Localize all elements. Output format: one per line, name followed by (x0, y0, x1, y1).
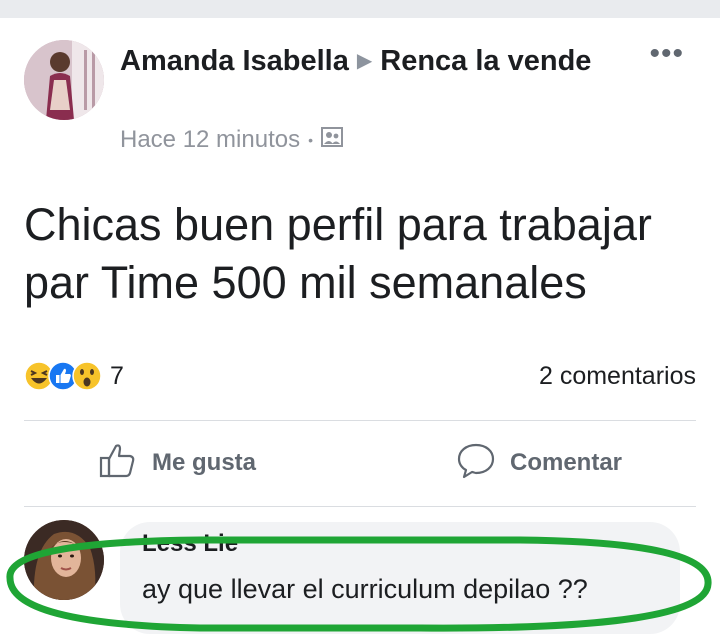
comment-text: ay que llevar el curriculum depilao ?? (142, 574, 588, 604)
post-text-line: par Time 500 mil semanales (24, 257, 587, 308)
post-header: Amanda Isabella ▶ Renca la vende Hace 12 m… (24, 39, 704, 160)
comment-label: Comentar (510, 449, 623, 476)
comment-bubble[interactable]: Less Lie ay que llevar el curriculum dep… (120, 522, 680, 634)
post-meta: Hace 12 minutos • (120, 126, 343, 154)
arrow-right-icon: ▶ (356, 50, 373, 72)
comment-button[interactable]: Comentar (456, 440, 622, 486)
thumbs-up-icon (98, 440, 138, 487)
post-text-line: Chicas buen perfil para trabajar (24, 199, 652, 250)
comment-item: Less Lie ay que llevar el curriculum dep… (24, 520, 704, 634)
reactions-summary[interactable]: 7 (24, 358, 124, 394)
commenter-name[interactable]: Less Lie (142, 532, 238, 556)
group-photo-icon (321, 126, 343, 154)
top-bar (0, 0, 720, 18)
author-avatar[interactable] (24, 40, 104, 120)
wow-reaction-icon (72, 361, 102, 391)
commenter-avatar[interactable] (24, 520, 104, 600)
more-options-icon[interactable]: ••• (649, 39, 684, 69)
post-time[interactable]: Hace 12 minutos (120, 126, 300, 154)
post-text: Chicas buen perfil para trabajar par Tim… (24, 196, 704, 312)
like-label: Me gusta (152, 449, 257, 476)
divider (24, 506, 696, 507)
comments-count[interactable]: 2 comentarios (539, 362, 696, 391)
divider (24, 420, 696, 421)
author-name[interactable]: Amanda Isabella (120, 45, 349, 77)
reaction-count: 7 (110, 361, 124, 390)
group-name[interactable]: Renca la vende (380, 45, 591, 77)
speech-bubble-icon (456, 440, 496, 487)
post-author-line: Amanda Isabella ▶ Renca la vende (120, 42, 600, 80)
like-button[interactable]: Me gusta (98, 440, 256, 486)
meta-separator: • (308, 132, 313, 148)
